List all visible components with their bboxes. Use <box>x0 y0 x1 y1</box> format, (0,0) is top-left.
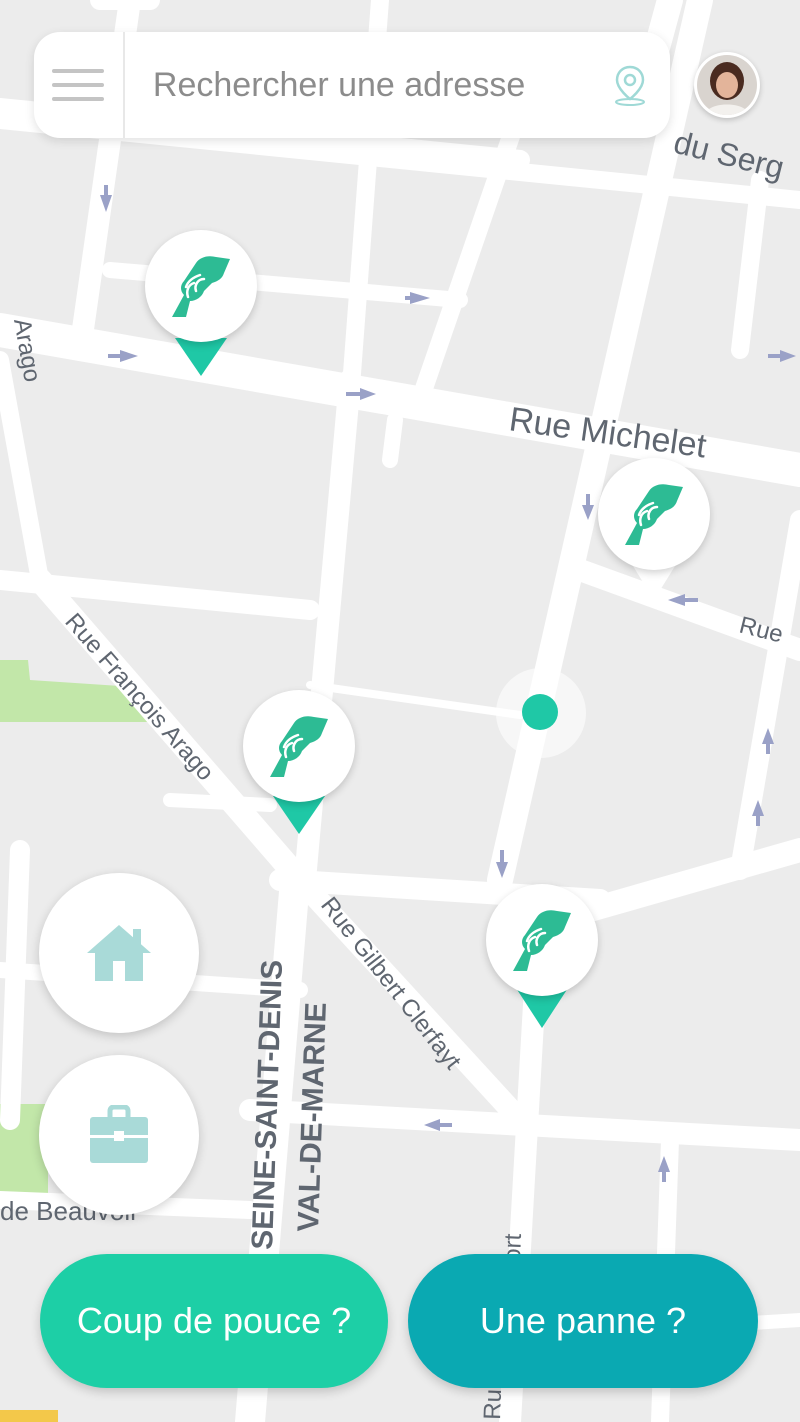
map-marker[interactable] <box>243 690 355 840</box>
helping-hand-icon <box>166 251 236 321</box>
current-location-indicator <box>496 668 586 758</box>
helping-hand-icon <box>619 479 689 549</box>
map-marker[interactable] <box>598 458 710 608</box>
hamburger-menu-icon <box>52 69 105 101</box>
map-marker[interactable] <box>145 230 257 380</box>
avatar[interactable] <box>694 52 760 118</box>
une-panne-button[interactable]: Une panne ? <box>408 1254 758 1388</box>
marker-bubble <box>145 230 257 342</box>
map-marker[interactable] <box>486 884 598 1034</box>
helping-hand-icon <box>264 711 334 781</box>
map-scale-badge <box>0 1410 58 1422</box>
marker-bubble <box>243 690 355 802</box>
menu-button[interactable] <box>34 32 125 138</box>
home-icon <box>87 925 151 981</box>
locate-button[interactable] <box>596 32 664 138</box>
marker-bubble <box>486 884 598 996</box>
search-input[interactable] <box>124 32 596 138</box>
briefcase-icon <box>90 1105 148 1163</box>
current-location-dot <box>522 694 558 730</box>
street-label-rue-bottom: Ru <box>479 1389 507 1421</box>
coup-de-pouce-button[interactable]: Coup de pouce ? <box>40 1254 388 1388</box>
work-button[interactable] <box>39 1055 199 1215</box>
search-bar <box>34 32 670 138</box>
home-button[interactable] <box>39 873 199 1033</box>
user-portrait-icon <box>697 55 757 115</box>
marker-bubble <box>598 458 710 570</box>
location-pin-icon <box>614 65 645 106</box>
helping-hand-icon <box>507 905 577 975</box>
